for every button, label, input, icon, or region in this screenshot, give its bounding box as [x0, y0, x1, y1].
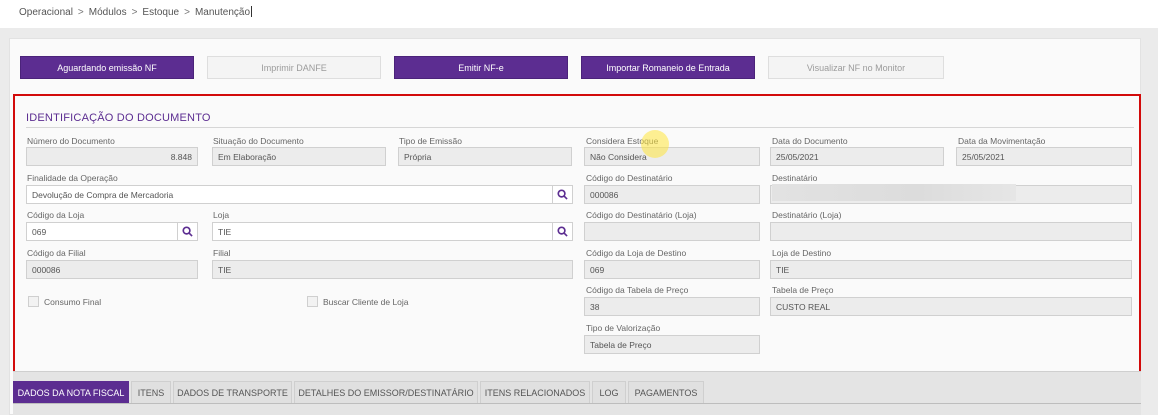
finalidade-operacao-input[interactable]: Devolução de Compra de Mercadoria	[26, 185, 553, 204]
numero-documento-field: 8.848	[26, 147, 198, 166]
breadcrumb-item-estoque[interactable]: Estoque	[142, 7, 179, 18]
tab-log[interactable]: LOG	[592, 381, 626, 403]
emitir-nfe-button[interactable]: Emitir NF-e	[394, 56, 568, 79]
tab-underline	[13, 403, 1141, 404]
tabela-preco-label: Tabela de Preço	[772, 285, 834, 295]
codigo-loja-input[interactable]: 069	[26, 222, 178, 241]
data-documento-field: 25/05/2021	[770, 147, 944, 166]
breadcrumb-separator: >	[184, 7, 190, 18]
tabela-preco-field: CUSTO REAL	[770, 297, 1132, 316]
breadcrumb-separator: >	[131, 7, 138, 18]
codigo-loja-destino-field: 069	[584, 260, 760, 279]
breadcrumb: Operacional > Módulos > Estoque > Manutenção	[19, 6, 253, 18]
mouse-cursor-highlight	[641, 130, 669, 158]
codigo-destinatario-loja-field	[584, 222, 760, 241]
tipo-emissao-field: Própria	[398, 147, 572, 166]
consumo-final-label: Consumo Final	[44, 297, 102, 307]
codigo-filial-label: Código da Filial	[27, 248, 86, 258]
search-icon[interactable]	[178, 222, 198, 241]
breadcrumb-separator: >	[77, 7, 84, 18]
importar-romaneio-button[interactable]: Importar Romaneio de Entrada	[581, 56, 755, 79]
situacao-documento-label: Situação do Documento	[213, 136, 304, 146]
breadcrumb-item-manutencao: Manutenção	[194, 7, 251, 18]
data-documento-label: Data do Documento	[772, 136, 848, 146]
codigo-loja-label: Código da Loja	[27, 210, 85, 220]
codigo-destinatario-loja-label: Código do Destinatário (Loja)	[586, 210, 697, 220]
section-title: IDENTIFICAÇÃO DO DOCUMENTO	[26, 112, 211, 124]
visualizar-nf-monitor-button[interactable]: Visualizar NF no Monitor	[768, 56, 944, 79]
buscar-cliente-loja-label: Buscar Cliente de Loja	[323, 297, 409, 307]
search-icon[interactable]	[553, 222, 573, 241]
tipo-emissao-label: Tipo de Emissão	[399, 136, 462, 146]
codigo-destinatario-field: 000086	[584, 185, 760, 204]
tab-pagamentos[interactable]: PAGAMENTOS	[628, 381, 704, 403]
section-divider	[26, 127, 1134, 128]
destinatario-loja-field	[770, 222, 1132, 241]
data-movimentacao-field: 25/05/2021	[956, 147, 1132, 166]
codigo-destinatario-label: Código do Destinatário	[586, 173, 673, 183]
search-icon[interactable]	[553, 185, 573, 204]
tipo-valorizacao-field: Tabela de Preço	[584, 335, 760, 354]
codigo-loja-destino-label: Código da Loja de Destino	[586, 248, 687, 258]
tab-itens-relacionados[interactable]: ITENS RELACIONADOS	[480, 381, 590, 403]
imprimir-danfe-button[interactable]: Imprimir DANFE	[207, 56, 381, 79]
tab-detalhes-emissor-destinatario[interactable]: DETALHES DO EMISSOR/DESTINATÁRIO	[294, 381, 478, 403]
consumo-final-checkbox[interactable]	[28, 296, 39, 307]
situacao-documento-field: Em Elaboração	[212, 147, 386, 166]
codigo-filial-field: 000086	[26, 260, 198, 279]
breadcrumb-item-operacional[interactable]: Operacional	[19, 7, 73, 18]
loja-destino-label: Loja de Destino	[772, 248, 832, 258]
tab-dados-nota-fiscal[interactable]: DADOS DA NOTA FISCAL	[13, 381, 129, 403]
considera-estoque-field: Não Considera	[584, 147, 760, 166]
aguardando-emissao-button[interactable]: Aguardando emissão NF	[20, 56, 194, 79]
tab-itens[interactable]: ITENS	[131, 381, 171, 403]
breadcrumb-item-modulos[interactable]: Módulos	[89, 7, 127, 18]
buscar-cliente-loja-checkbox[interactable]	[307, 296, 318, 307]
loja-label: Loja	[213, 210, 230, 220]
numero-documento-label: Número do Documento	[27, 136, 115, 146]
loja-destino-field: TIE	[770, 260, 1132, 279]
loja-input[interactable]: TIE	[212, 222, 553, 241]
top-bar: Operacional > Módulos > Estoque > Manutenção	[0, 0, 1158, 28]
tipo-valorizacao-label: Tipo de Valorização	[586, 323, 661, 333]
destinatario-label: Destinatário	[772, 173, 818, 183]
codigo-tabela-preco-field: 38	[584, 297, 760, 316]
filial-label: Filial	[213, 248, 231, 258]
redacted-value	[772, 184, 1016, 201]
destinatario-loja-label: Destinatário (Loja)	[772, 210, 842, 220]
codigo-tabela-preco-label: Código da Tabela de Preço	[586, 285, 689, 295]
filial-field: TIE	[212, 260, 573, 279]
data-movimentacao-label: Data da Movimentação	[958, 136, 1046, 146]
finalidade-operacao-label: Finalidade da Operação	[27, 173, 118, 183]
text-caret	[251, 6, 253, 17]
tab-dados-transporte[interactable]: DADOS DE TRANSPORTE	[173, 381, 292, 403]
